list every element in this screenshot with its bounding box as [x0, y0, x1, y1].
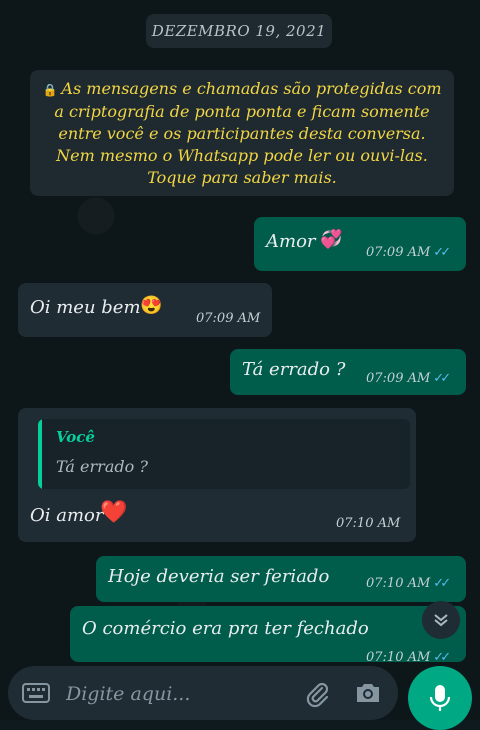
scroll-to-bottom-button[interactable] [422, 601, 460, 639]
message-text: Oi amor [30, 505, 104, 526]
message-time: 07:10 AM [366, 650, 431, 665]
message-text: Amor [266, 231, 316, 252]
date-chip-label: DEZEMBRO 19, 2021 [151, 22, 327, 40]
message-bubble-outgoing[interactable]: Tá errado ? 07:09 AM ✓✓ [230, 349, 466, 395]
message-bubble-outgoing[interactable]: Amor 💞 07:09 AM ✓✓ [254, 217, 466, 271]
emoji: 😍 [140, 295, 163, 316]
double-check-icon: ✓✓ [433, 371, 451, 386]
microphone-icon [429, 685, 451, 711]
message-time: 07:10 AM [366, 576, 431, 591]
double-check-icon: ✓✓ [433, 576, 451, 591]
message-text: Oi meu bem [30, 297, 141, 318]
paperclip-icon[interactable] [304, 680, 330, 708]
message-text: Tá errado ? [242, 359, 346, 380]
voice-record-button[interactable] [408, 666, 472, 730]
message-text: Hoje deveria ser feriado [108, 566, 330, 587]
message-text: O comércio era pra ter fechado [82, 618, 369, 639]
keyboard-icon[interactable] [22, 683, 50, 703]
quoted-message[interactable]: Você Tá errado ? [38, 419, 410, 489]
quote-text: Tá errado ? [56, 457, 148, 476]
message-bubble-outgoing[interactable]: Hoje deveria ser feriado 07:10 AM ✓✓ [96, 556, 466, 602]
date-chip: DEZEMBRO 19, 2021 [146, 14, 332, 48]
quote-accent-bar [38, 419, 42, 489]
message-bubble-outgoing[interactable]: O comércio era pra ter fechado 07:10 AM ✓… [70, 606, 466, 665]
emoji: ❤️ [100, 500, 128, 525]
message-input[interactable] [64, 674, 298, 714]
camera-icon[interactable] [354, 681, 382, 705]
message-time: 07:09 AM [366, 371, 431, 386]
message-time: 07:09 AM [196, 311, 261, 326]
emoji: 💞 [320, 229, 343, 250]
message-time: 07:09 AM [366, 245, 431, 260]
encryption-notice-text: As mensagens e chamadas são protegidas c… [54, 79, 442, 187]
message-time-row: 07:10 AM ✓✓ [366, 576, 451, 591]
message-bubble-incoming[interactable]: Oi meu bem 😍 07:09 AM [18, 283, 272, 337]
message-time: 07:10 AM [336, 516, 401, 531]
double-check-icon: ✓✓ [433, 245, 451, 260]
message-time-row: 07:09 AM ✓✓ [366, 371, 451, 386]
quote-author: Você [56, 428, 95, 446]
encryption-notice[interactable]: 🔒 As mensagens e chamadas são protegidas … [30, 70, 454, 196]
chevron-down-icon [434, 614, 448, 627]
message-input-bar [8, 666, 398, 720]
double-check-icon: ✓✓ [433, 650, 451, 665]
lock-icon: 🔒 [42, 83, 58, 97]
message-time-row: 07:09 AM ✓✓ [366, 245, 451, 260]
message-time-row: 07:10 AM ✓✓ [366, 650, 451, 665]
